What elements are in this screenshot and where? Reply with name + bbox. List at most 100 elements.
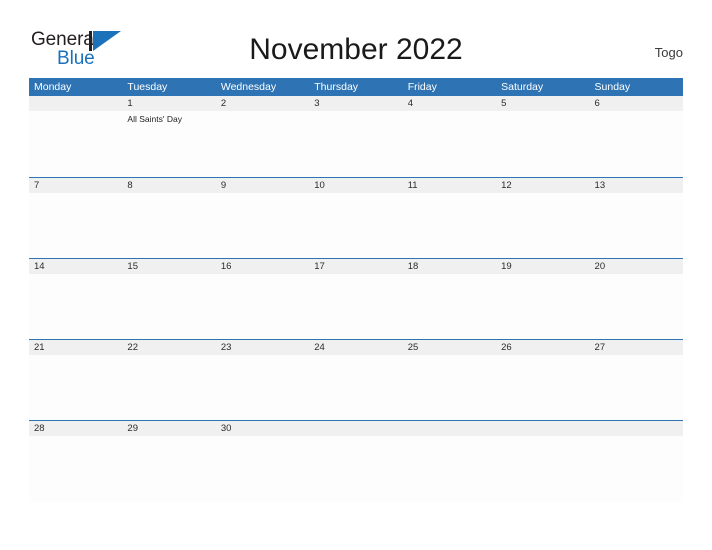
date-number[interactable]: 19 <box>496 259 589 274</box>
calendar-week-row: 1 2 3 4 5 6 All Saints' Day <box>29 96 683 177</box>
general-blue-logo[interactable]: General Blue <box>31 29 151 73</box>
date-number[interactable]: 26 <box>496 340 589 355</box>
day-cell[interactable] <box>216 355 309 421</box>
calendar-grid: Monday Tuesday Wednesday Thursday Friday… <box>29 78 683 502</box>
date-number[interactable]: 8 <box>122 178 215 193</box>
date-number[interactable] <box>403 421 496 436</box>
day-cell[interactable] <box>29 355 122 421</box>
date-number[interactable]: 12 <box>496 178 589 193</box>
day-cell[interactable] <box>403 193 496 259</box>
day-cell[interactable] <box>590 355 683 421</box>
day-cell[interactable] <box>216 111 309 177</box>
event-label: All Saints' Day <box>127 114 182 124</box>
page-title: November 2022 <box>249 33 463 66</box>
weekday-header-row: Monday Tuesday Wednesday Thursday Friday… <box>29 78 683 96</box>
date-number[interactable]: 5 <box>496 96 589 111</box>
date-number[interactable] <box>309 421 402 436</box>
weekday-wednesday: Wednesday <box>220 81 277 93</box>
page-header: General Blue November 2022 Togo <box>0 0 712 78</box>
day-cell[interactable] <box>122 355 215 421</box>
logo-mark-triangle <box>93 31 121 51</box>
region-label: Togo <box>654 45 683 60</box>
day-cell[interactable] <box>590 193 683 259</box>
day-cell[interactable] <box>216 274 309 340</box>
day-cell[interactable] <box>309 436 402 502</box>
date-number-band: 21 22 23 24 25 26 27 <box>29 339 683 355</box>
date-number[interactable]: 9 <box>216 178 309 193</box>
day-cell[interactable] <box>590 274 683 340</box>
day-cell[interactable] <box>122 436 215 502</box>
date-number[interactable] <box>29 96 122 111</box>
date-number[interactable]: 30 <box>216 421 309 436</box>
day-cell[interactable] <box>496 111 589 177</box>
day-cell[interactable] <box>29 111 122 177</box>
day-cell[interactable] <box>216 436 309 502</box>
day-content-band <box>29 193 683 259</box>
date-number[interactable]: 11 <box>403 178 496 193</box>
date-number[interactable]: 7 <box>29 178 122 193</box>
logo-mark-bar <box>89 31 92 51</box>
day-cell[interactable] <box>403 274 496 340</box>
weekday-sunday: Sunday <box>594 81 631 93</box>
date-number[interactable]: 28 <box>29 421 122 436</box>
weekday-thursday: Thursday <box>314 81 359 93</box>
day-cell[interactable] <box>496 193 589 259</box>
date-number[interactable]: 21 <box>29 340 122 355</box>
date-number[interactable]: 15 <box>122 259 215 274</box>
date-number[interactable] <box>590 421 683 436</box>
day-cell[interactable] <box>309 193 402 259</box>
date-number[interactable]: 14 <box>29 259 122 274</box>
day-cell[interactable] <box>29 274 122 340</box>
day-cell[interactable] <box>29 436 122 502</box>
date-number-band: 14 15 16 17 18 19 20 <box>29 258 683 274</box>
day-cell[interactable] <box>216 193 309 259</box>
day-cell[interactable] <box>122 193 215 259</box>
date-number[interactable]: 2 <box>216 96 309 111</box>
date-number[interactable]: 18 <box>403 259 496 274</box>
date-number[interactable]: 29 <box>122 421 215 436</box>
day-cell[interactable]: All Saints' Day <box>122 111 215 177</box>
date-number[interactable]: 13 <box>590 178 683 193</box>
logo-text-blue: Blue <box>57 48 95 69</box>
day-cell[interactable] <box>496 274 589 340</box>
day-content-band <box>29 436 683 502</box>
day-content-band <box>29 274 683 340</box>
day-cell[interactable] <box>309 355 402 421</box>
date-number-band: 1 2 3 4 5 6 <box>29 96 683 111</box>
date-number[interactable]: 6 <box>590 96 683 111</box>
calendar-week-row: 21 22 23 24 25 26 27 <box>29 339 683 421</box>
date-number[interactable]: 27 <box>590 340 683 355</box>
day-cell[interactable] <box>403 436 496 502</box>
day-content-band <box>29 355 683 421</box>
weekday-monday: Monday <box>34 81 72 93</box>
triangle-flag-icon <box>89 31 121 51</box>
calendar-week-row: 7 8 9 10 11 12 13 <box>29 177 683 259</box>
date-number[interactable]: 22 <box>122 340 215 355</box>
date-number[interactable]: 3 <box>309 96 402 111</box>
date-number[interactable]: 23 <box>216 340 309 355</box>
day-cell[interactable] <box>309 274 402 340</box>
date-number[interactable] <box>496 421 589 436</box>
date-number[interactable]: 20 <box>590 259 683 274</box>
day-cell[interactable] <box>122 274 215 340</box>
date-number[interactable]: 4 <box>403 96 496 111</box>
day-cell[interactable] <box>403 111 496 177</box>
calendar-page: General Blue November 2022 Togo Monday T… <box>0 0 712 550</box>
day-cell[interactable] <box>309 111 402 177</box>
date-number[interactable]: 10 <box>309 178 402 193</box>
date-number[interactable]: 16 <box>216 259 309 274</box>
date-number-band: 7 8 9 10 11 12 13 <box>29 177 683 193</box>
day-cell[interactable] <box>29 193 122 259</box>
date-number[interactable]: 1 <box>122 96 215 111</box>
calendar-week-row: 14 15 16 17 18 19 20 <box>29 258 683 340</box>
weekday-saturday: Saturday <box>501 81 544 93</box>
day-cell[interactable] <box>403 355 496 421</box>
day-cell[interactable] <box>496 355 589 421</box>
date-number[interactable]: 24 <box>309 340 402 355</box>
day-cell[interactable] <box>590 111 683 177</box>
weekday-tuesday: Tuesday <box>127 81 168 93</box>
date-number[interactable]: 25 <box>403 340 496 355</box>
date-number[interactable]: 17 <box>309 259 402 274</box>
day-cell[interactable] <box>496 436 589 502</box>
day-cell[interactable] <box>590 436 683 502</box>
